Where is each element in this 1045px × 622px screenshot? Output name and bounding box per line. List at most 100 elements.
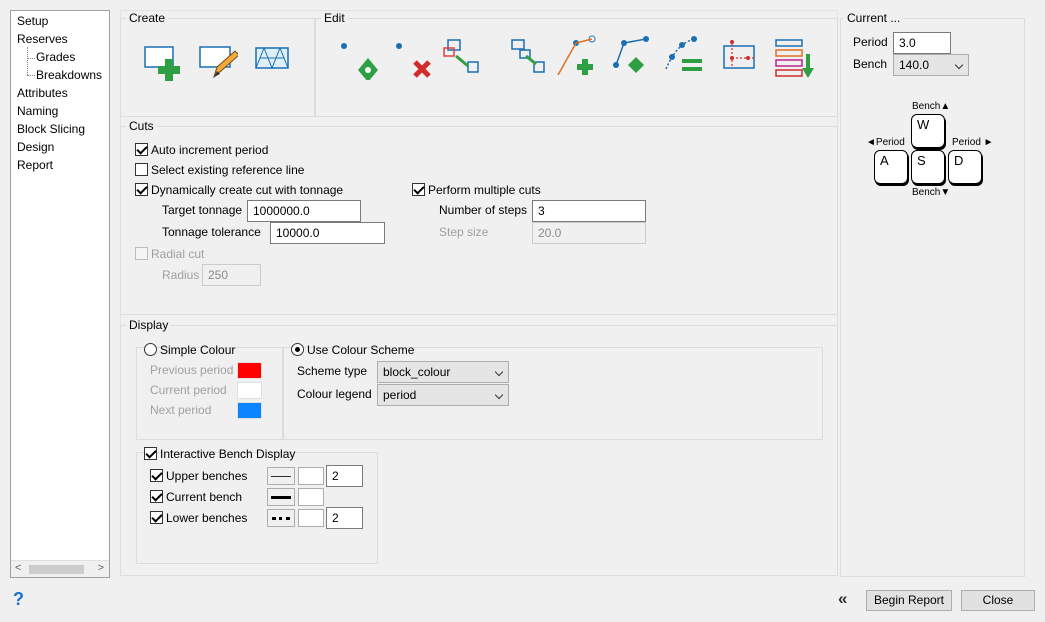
number-of-steps-input[interactable]: 3 — [532, 200, 646, 222]
multiple-cuts-label: Perform multiple cuts — [428, 183, 541, 197]
tree-item-report[interactable]: Report — [17, 158, 53, 172]
chevron-down-icon — [494, 390, 504, 400]
chevron-down-icon — [494, 367, 504, 377]
tonnage-tolerance-input[interactable]: 10000.0 — [270, 222, 385, 244]
scheme-type-value: block_colour — [383, 365, 451, 379]
tree-item-grades[interactable]: Grades — [36, 50, 75, 64]
bench-down-label: Bench▼ — [912, 187, 951, 198]
current-bench-field-label: Bench — [853, 57, 888, 71]
next-period-swatch[interactable] — [237, 402, 262, 419]
scroll-left-icon[interactable]: < — [15, 562, 21, 574]
select-existing-label: Select existing reference line — [151, 163, 305, 177]
lower-colour-box[interactable] — [298, 509, 324, 527]
lower-benches-checkbox[interactable] — [150, 511, 163, 524]
current-period-field-label: Period — [853, 35, 888, 49]
copy-shape-icon[interactable] — [508, 38, 548, 78]
delete-point-icon[interactable] — [393, 40, 433, 80]
colour-legend-value: period — [383, 388, 417, 402]
period-left-label: ◄Period — [866, 137, 905, 148]
auto-increment-checkbox[interactable] — [135, 143, 148, 156]
add-vertex-icon[interactable] — [556, 35, 596, 76]
tree-item-breakdowns[interactable]: Breakdowns — [36, 68, 102, 82]
auto-increment-label: Auto increment period — [151, 143, 269, 157]
colour-legend-label: Colour legend — [297, 387, 372, 401]
tree-item-design[interactable]: Design — [17, 140, 54, 154]
tree-item-setup[interactable]: Setup — [17, 14, 48, 28]
target-tonnage-label: Target tonnage — [162, 203, 243, 217]
chevron-down-icon — [954, 60, 964, 70]
period-right-label: Period ► — [952, 137, 994, 148]
scroll-right-icon[interactable]: > — [98, 562, 104, 574]
radial-cut-checkbox[interactable] — [135, 247, 148, 260]
target-tonnage-input[interactable]: 1000000.0 — [247, 200, 361, 222]
next-period-label: Next period — [150, 403, 212, 417]
close-button[interactable]: Close — [961, 590, 1035, 611]
move-vertex-icon[interactable] — [610, 35, 650, 75]
number-of-steps-label: Number of steps — [439, 203, 528, 217]
bench-display-label: Interactive Bench Display — [160, 447, 296, 461]
edit-group-title: Edit — [321, 11, 348, 25]
current-bench-checkbox[interactable] — [150, 490, 163, 503]
step-size-label: Step size — [439, 225, 489, 239]
scheme-type-select[interactable]: block_colour — [377, 361, 509, 383]
navigation-tree[interactable]: Setup Reserves Grades Breakdowns Attribu… — [10, 10, 110, 578]
upper-benches-checkbox[interactable] — [150, 469, 163, 482]
bench-up-label: Bench▲ — [912, 101, 951, 112]
select-existing-checkbox[interactable] — [135, 163, 148, 176]
begin-report-button[interactable]: Begin Report — [866, 590, 952, 611]
tree-connector — [27, 75, 35, 76]
tree-item-block-slicing[interactable]: Block Slicing — [17, 122, 85, 136]
current-group-title: Current ... — [844, 11, 904, 25]
radial-cut-label: Radial cut — [151, 247, 205, 261]
split-line-icon[interactable] — [720, 38, 760, 78]
current-bench-select[interactable]: 140.0 — [893, 54, 969, 76]
move-point-icon[interactable] — [338, 40, 378, 82]
bench-display-checkbox[interactable] — [144, 447, 157, 460]
upper-line-style[interactable] — [267, 467, 295, 485]
key-d[interactable]: D — [948, 150, 982, 184]
scrollbar-thumb[interactable] — [29, 565, 84, 574]
previous-period-swatch[interactable] — [237, 362, 262, 379]
current-line-style[interactable] — [267, 488, 295, 506]
current-period-swatch[interactable] — [237, 382, 262, 399]
dynamic-cut-checkbox[interactable] — [135, 183, 148, 196]
create-cut-icon[interactable] — [143, 45, 183, 85]
current-period-input[interactable]: 3.0 — [893, 32, 951, 54]
tree-item-attributes[interactable]: Attributes — [17, 86, 68, 100]
current-period-label: Current period — [150, 383, 227, 397]
lower-benches-label: Lower benches — [166, 511, 248, 525]
reverse-line-icon[interactable] — [664, 35, 704, 75]
scheme-type-label: Scheme type — [297, 364, 368, 378]
key-a[interactable]: A — [874, 150, 908, 184]
tree-connector — [27, 58, 35, 59]
horizontal-scrollbar[interactable]: < > — [11, 560, 109, 577]
use-colour-scheme-radio[interactable] — [291, 343, 304, 356]
lower-line-style[interactable] — [267, 509, 295, 527]
tree-item-reserves[interactable]: Reserves — [17, 32, 68, 46]
radius-input[interactable]: 250 — [202, 264, 261, 286]
key-s[interactable]: S — [911, 150, 945, 184]
colour-legend-select[interactable]: period — [377, 384, 509, 406]
lower-benches-input[interactable]: 2 — [326, 507, 363, 529]
current-bench-label: Current bench — [166, 490, 243, 504]
layer-order-icon[interactable] — [774, 38, 814, 78]
mesh-cut-icon[interactable] — [254, 45, 294, 85]
current-bench-value: 140.0 — [899, 58, 930, 72]
radius-label: Radius — [162, 268, 200, 282]
multiple-cuts-checkbox[interactable] — [412, 183, 425, 196]
help-icon[interactable]: ? — [13, 589, 24, 610]
upper-benches-label: Upper benches — [166, 469, 248, 483]
edit-pencil-icon[interactable] — [198, 45, 240, 85]
current-colour-box[interactable] — [298, 488, 324, 506]
simple-colour-radio[interactable] — [144, 343, 157, 356]
tree-connector — [27, 47, 28, 75]
step-size-input[interactable]: 20.0 — [532, 222, 646, 244]
tree-item-naming[interactable]: Naming — [17, 104, 58, 118]
simple-colour-label: Simple Colour — [160, 343, 236, 357]
key-w[interactable]: W — [911, 114, 945, 148]
upper-colour-box[interactable] — [298, 467, 324, 485]
move-shape-icon[interactable] — [440, 38, 480, 78]
upper-benches-input[interactable]: 2 — [326, 465, 363, 487]
previous-period-label: Previous period — [150, 363, 234, 377]
collapse-icon[interactable]: « — [838, 589, 847, 609]
